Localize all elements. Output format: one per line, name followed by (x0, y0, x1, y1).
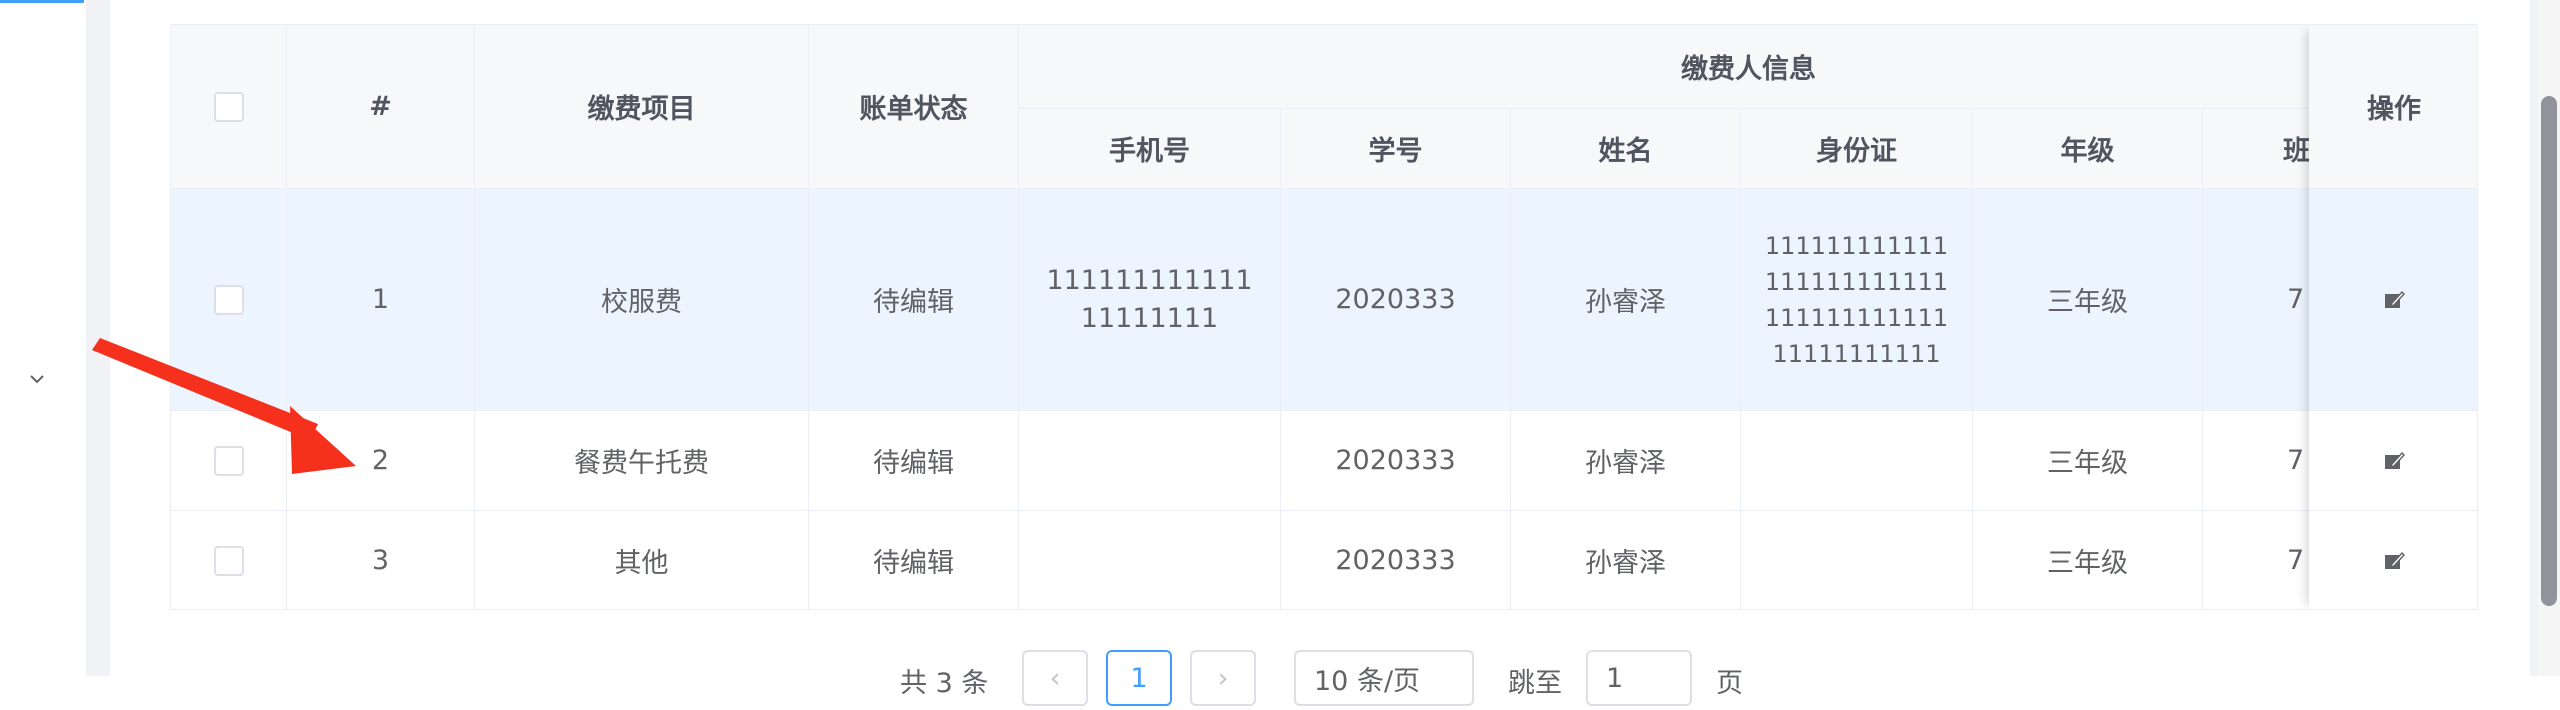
cell-item: 餐费午托费 (475, 411, 809, 511)
sidebar (0, 0, 86, 676)
goto-page-input[interactable]: 1 (1586, 650, 1692, 706)
header-index: # (287, 25, 475, 189)
chevron-down-icon[interactable] (26, 368, 48, 390)
cell-grade: 三年级 (1973, 511, 2203, 609)
cell-index: 1 (287, 189, 475, 411)
cell-name: 孙睿泽 (1511, 511, 1741, 609)
cell-index: 3 (287, 511, 475, 609)
ops-cell (2309, 411, 2477, 511)
cell-index: 2 (287, 411, 475, 511)
ops-fixed-column: 操作 (2309, 25, 2477, 609)
cell-phone: 11111111111111111111 (1019, 189, 1281, 411)
goto-label: 跳至 (1508, 667, 1562, 699)
cell-id-card (1741, 511, 1973, 609)
table-row-select (171, 189, 287, 411)
table-row-select (171, 411, 287, 511)
header-status: 账单状态 (809, 25, 1019, 189)
row-checkbox[interactable] (213, 445, 244, 476)
cell-student-no: 2020333 (1281, 411, 1511, 511)
cell-id-card: 1111111111111111111111111111111111111111… (1741, 189, 1973, 411)
billing-table: # 缴费项目 账单状态 缴费人信息 手机号 学号 姓名 身份证 年级 班 1 校… (170, 24, 2478, 610)
active-menu-indicator (0, 0, 84, 3)
row-checkbox[interactable] (213, 284, 244, 315)
edit-icon[interactable] (2383, 450, 2405, 472)
header-id-card: 身份证 (1741, 109, 1973, 189)
cell-name: 孙睿泽 (1511, 189, 1741, 411)
header-ops: 操作 (2309, 25, 2477, 189)
pagination-total: 共 3 条 (900, 667, 989, 699)
table-row-select (171, 511, 287, 609)
scrollbar-thumb[interactable] (2541, 96, 2557, 606)
cell-grade: 三年级 (1973, 189, 2203, 411)
header-student-no: 学号 (1281, 109, 1511, 189)
cell-student-no: 2020333 (1281, 511, 1511, 609)
page-1-button[interactable]: 1 (1106, 650, 1172, 706)
cell-status: 待编辑 (809, 411, 1019, 511)
edit-icon[interactable] (2383, 550, 2405, 572)
cell-status: 待编辑 (809, 189, 1019, 411)
prev-page-button[interactable]: ‹ (1022, 650, 1088, 706)
page-size-select[interactable]: 10 条/页 (1294, 650, 1474, 706)
header-name: 姓名 (1511, 109, 1741, 189)
cell-item: 其他 (475, 511, 809, 609)
cell-name: 孙睿泽 (1511, 411, 1741, 511)
next-page-button[interactable]: › (1190, 650, 1256, 706)
header-payer-group: 缴费人信息 (1019, 25, 2477, 109)
page-unit-label: 页 (1716, 667, 1743, 699)
cell-phone (1019, 411, 1281, 511)
cell-phone (1019, 511, 1281, 609)
header-phone: 手机号 (1019, 109, 1281, 189)
cell-item: 校服费 (475, 189, 809, 411)
select-all-checkbox[interactable] (213, 91, 244, 122)
header-grade: 年级 (1973, 109, 2203, 189)
header-select-all (171, 25, 287, 189)
cell-id-card (1741, 411, 1973, 511)
cell-grade: 三年级 (1973, 411, 2203, 511)
header-item: 缴费项目 (475, 25, 809, 189)
cell-status: 待编辑 (809, 511, 1019, 609)
ops-cell (2309, 189, 2477, 411)
ops-cell (2309, 511, 2477, 609)
row-checkbox[interactable] (213, 545, 244, 576)
cell-student-no: 2020333 (1281, 189, 1511, 411)
edit-icon[interactable] (2383, 289, 2405, 311)
